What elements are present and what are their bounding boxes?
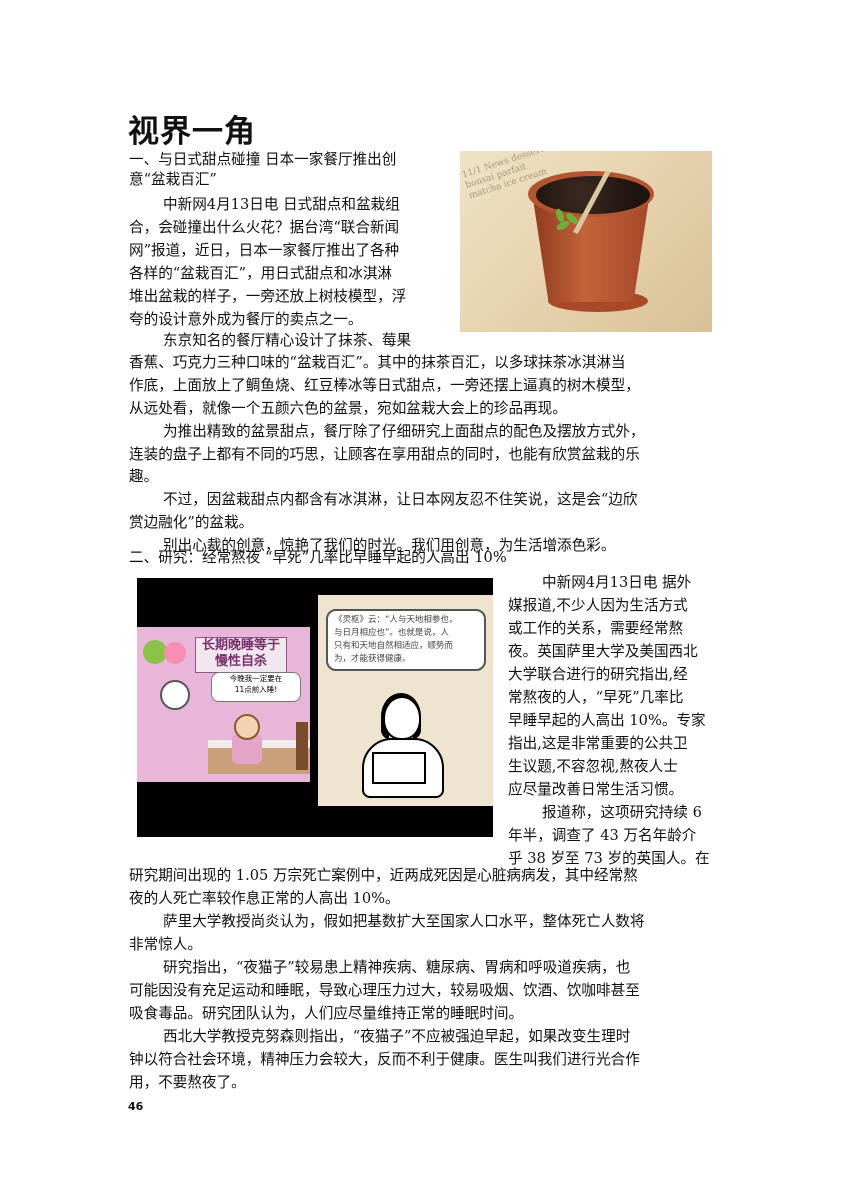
page-number: 46 [128,1100,144,1113]
girl-head [234,714,260,740]
bubble-line: 今晚我一定要在 [229,674,283,683]
article1-line: 网”报道，近日，日本一家餐厅推出了各种 [129,242,400,259]
comic-speech-bubble-girl: 今晚我一定要在 11点前入睡! [211,672,301,702]
article1-line: 为推出精致的盆景甜点，餐厅除了仔细研究上面甜点的配色及摆放方式外， [163,423,645,440]
bed-post [296,722,308,770]
article2-line: 生议题,不容忽视,熬夜人士 [508,758,678,775]
article2-line: 可能因没有充足运动和睡眠，导致心理压力过大，较易吸烟、饮酒、饮咖啡甚至 [129,982,640,999]
woman-head [383,696,421,740]
article1-line: 东京知名的餐厅精心设计了抹茶、莓果 [163,332,412,349]
book-icon [372,752,426,784]
article2-line: 夜。英国萨里大学及美国西北 [508,643,698,660]
article2-heading: 二、研究：经常熬夜 “早死”几率比早睡早起的人高出 10% [129,549,507,566]
article2-line: 报道称，这项研究持续 6 [542,804,702,821]
article1-line: 各样的“盆栽百汇”，用日式甜点和冰淇淋 [129,265,393,282]
article1-line: 中新网4月13日电 日式甜点和盆栽组 [163,196,400,213]
article1-line: 夸的设计意外成为餐厅的卖点之一。 [129,311,363,328]
comic-sign-line2: 慢性自杀 [214,654,267,669]
article1-line: 连装的盘子上都有不同的巧思，让顾客在享用甜点的同时，也能有欣赏盆栽的乐 [129,446,640,463]
article2-line: 中新网4月13日电 据外 [542,574,692,591]
article2-line: 夜的人死亡率较作息正常的人高出 10%。 [129,890,400,907]
comic-sign: 长期晚睡等于 慢性自杀 [195,637,287,673]
article2-line: 常熬夜的人，“早死”几率比 [508,689,684,706]
article2-line: 应尽量改善日常生活习惯。 [508,781,684,798]
article1-line: 作底，上面放上了鲷鱼烧、红豆棒冰等日式甜点，一旁还摆上逼真的树木模型， [129,377,640,394]
bubble-line: 与日月相应也”。也就是说，人 [334,628,449,638]
article2-line: 西北大学教授克努森则指出，“夜猫子”不应被强迫早起，如果改变生理时 [163,1028,631,1045]
article2-line: 大学联合进行的研究指出,经 [508,666,688,683]
article2-line: 研究指出，“夜猫子”较易患上精神疾病、糖尿病、胃病和呼吸道疾病，也 [163,959,631,976]
article2-line: 非常惊人。 [129,936,202,953]
article2-line: 萨里大学教授尚炎认为，假如把基数扩大至国家人口水平，整体死亡人数将 [163,913,645,930]
article2-line: 或工作的关系，需要经常熬 [508,620,684,637]
article2-line: 钟以符合社会环境，精神压力会较大，反而不利于健康。医生叫我们进行光合作 [129,1051,640,1068]
article1-line: 堆出盆栽的样子，一旁还放上树枝模型，浮 [129,288,407,305]
article1-line: 合，会碰撞出什么火花？据台湾“联合新闻 [129,219,400,236]
article2-line: 吸食毒品。研究团队认为，人们应尽量维持正常的睡眠时间。 [129,1005,524,1022]
article1-line: 从远处看，就像一个五颜六色的盆景，宛如盆栽大会上的珍品再现。 [129,400,567,417]
article2-line: 年半，调查了 43 万名年龄介 [508,827,697,844]
article2-line: 指出,这是非常重要的公共卫 [508,735,688,752]
comic-speech-bubble-quote: 《灵枢》云：“人与天地相参也， 与日月相应也”。也就是说，人 只有和天地自然相适… [326,609,486,671]
article2-line: 媒报道,不少人因为生活方式 [508,597,688,614]
article1-heading-line1: 一、与日式甜点碰撞 日本一家餐厅推出创 [129,151,397,168]
article1-line: 趣。 [129,468,159,485]
page-title: 视界一角 [128,114,256,150]
article1-line: 赏边融化”的盆栽。 [129,514,254,531]
bubble-line: 为，才能获得健康。 [334,654,411,664]
article1-heading-line2: 意“盆栽百汇” [129,171,217,188]
bubble-line: 《灵枢》云：“人与天地相参也， [334,615,458,625]
article2-line: 用，不要熬夜了。 [129,1074,246,1091]
bubble-line: 只有和天地自然相适应，顺势而 [334,641,454,651]
article1-line: 不过，因盆栽甜点内都含有冰淇淋，让日本网友忍不住笑说，这是会“边欣 [163,491,638,508]
comic-sign-line1: 长期晚睡等于 [201,638,280,653]
article2-line: 研究期间出现的 1.05 万宗死亡案例中，近两成死因是心脏病病发，其中经常熬 [129,867,638,884]
wall-clock-icon [160,680,190,710]
article2-line: 早睡早起的人高出 10%。专家 [508,712,706,729]
bubble-line: 11点前入睡! [234,685,278,694]
article1-line: 香蕉、巧克力三种口味的“盆栽百汇”。其中的抹茶百汇，以多球抹茶冰淇淋当 [129,354,626,371]
germ-character-icon [164,642,186,664]
